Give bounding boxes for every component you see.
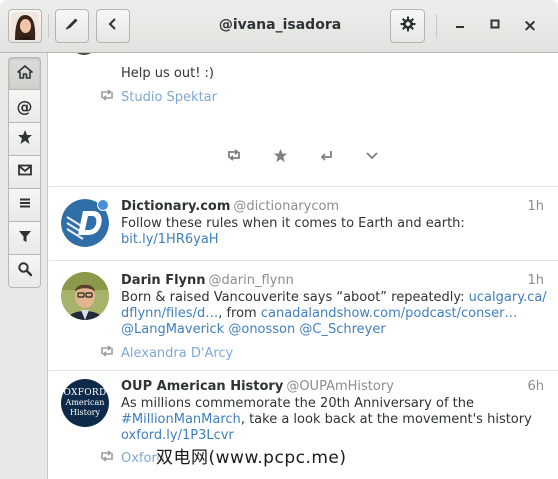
back-button[interactable] bbox=[96, 9, 130, 43]
tab-lists[interactable] bbox=[8, 189, 41, 222]
retweet-icon bbox=[99, 450, 115, 466]
retweet-icon bbox=[226, 149, 242, 165]
tweet-header: Dictionary.com @dictionarycom bbox=[121, 199, 339, 214]
tweet-text-segment: Born & raised Vancouverite says “aboot” … bbox=[121, 290, 469, 305]
header-separator bbox=[436, 14, 437, 38]
retweeted-by[interactable]: Oxford bbox=[99, 450, 165, 466]
tweet-text-segment: As millions commemorate the 20th Anniver… bbox=[121, 396, 474, 411]
tweet-header: Darin Flynn @darin_flynn bbox=[121, 273, 294, 288]
timeline[interactable]: Help us out! :) Studio Spektar Dictionar… bbox=[49, 53, 558, 479]
retweet-icon bbox=[99, 89, 115, 105]
maximize-icon bbox=[489, 18, 501, 34]
tweet-text: Help us out! :) bbox=[121, 66, 214, 81]
reply-button[interactable] bbox=[317, 149, 335, 165]
retweeter-name: Alexandra D'Arcy bbox=[121, 345, 234, 361]
tweet-text-segment: , take a look back at the movement's his… bbox=[240, 412, 532, 427]
retweeter-name: Studio Spektar bbox=[121, 89, 217, 105]
tab-messages[interactable] bbox=[8, 156, 41, 189]
home-icon bbox=[16, 64, 33, 84]
tweet-link[interactable]: dflynn/files/d… bbox=[121, 306, 218, 321]
watermark: 双电网(www.pcpc.me) bbox=[156, 448, 347, 468]
author-handle[interactable]: @OUPAmHistory bbox=[286, 379, 394, 394]
retweeted-by[interactable]: Studio Spektar bbox=[99, 89, 217, 105]
avatar-wordmark: American bbox=[65, 398, 105, 407]
tweet-item[interactable]: Dictionary.com @dictionarycom 1h Follow t… bbox=[49, 187, 558, 261]
gear-icon bbox=[400, 16, 416, 36]
tweet-link[interactable]: canadalandshow.com/podcast/conser… bbox=[261, 306, 518, 321]
hashtag-link[interactable]: #MillionManMarch bbox=[121, 412, 241, 427]
avatar-wordmark: History bbox=[69, 408, 100, 417]
tweet-actions bbox=[49, 125, 558, 187]
tweet-text: Born & raised Vancouverite says “aboot” … bbox=[121, 290, 547, 338]
tweet-text: As millions commemorate the 20th Anniver… bbox=[121, 396, 547, 444]
minimize-icon bbox=[454, 18, 466, 34]
retweet-icon bbox=[99, 345, 115, 361]
favorite-button[interactable] bbox=[271, 148, 289, 167]
header-bar: @ivana_isadora × bbox=[0, 0, 558, 53]
pencil-icon bbox=[64, 16, 80, 36]
mention-link[interactable]: @onosson bbox=[228, 322, 295, 337]
author-handle[interactable]: @dictionarycom bbox=[233, 199, 339, 214]
chevron-left-icon bbox=[106, 17, 120, 35]
close-icon: × bbox=[522, 16, 538, 36]
tweet-avatar bbox=[71, 53, 97, 55]
minimize-button[interactable] bbox=[451, 17, 469, 35]
retweeted-by[interactable]: Alexandra D'Arcy bbox=[99, 345, 233, 361]
tweet-avatar[interactable]: OXFORD American History bbox=[61, 379, 109, 427]
close-button[interactable]: × bbox=[521, 17, 539, 35]
author-handle[interactable]: @darin_flynn bbox=[209, 273, 294, 288]
tweet-link[interactable]: bit.ly/1HR6yaH bbox=[121, 232, 219, 247]
at-sign-icon: @ bbox=[16, 96, 33, 116]
reply-icon bbox=[319, 149, 334, 166]
verified-badge-icon bbox=[97, 199, 109, 211]
sidebar: @ bbox=[0, 53, 48, 479]
tab-search[interactable] bbox=[8, 255, 41, 288]
author-name[interactable]: Darin Flynn bbox=[121, 273, 206, 288]
avatar-wordmark: OXFORD bbox=[63, 388, 107, 398]
tweet-item[interactable]: Darin Flynn @darin_flynn 1h Born & raised… bbox=[49, 261, 558, 371]
list-icon bbox=[17, 195, 33, 215]
tab-mentions[interactable]: @ bbox=[8, 90, 41, 123]
author-name[interactable]: OUP American History bbox=[121, 379, 283, 394]
chevron-down-icon bbox=[365, 150, 379, 165]
tweet-text-line: Follow these rules when it comes to Eart… bbox=[121, 216, 465, 231]
tweet-text: Follow these rules when it comes to Eart… bbox=[121, 216, 547, 248]
envelope-icon bbox=[17, 162, 33, 182]
search-icon bbox=[17, 261, 33, 281]
retweet-button[interactable] bbox=[225, 149, 243, 165]
tab-filters[interactable] bbox=[8, 222, 41, 255]
tweet-avatar[interactable] bbox=[61, 272, 109, 320]
header-separator bbox=[48, 14, 49, 38]
tweet-link[interactable]: ucalgary.ca/ bbox=[469, 290, 547, 305]
mention-link[interactable]: @LangMaverick bbox=[121, 322, 224, 337]
window-title: @ivana_isadora bbox=[218, 17, 342, 33]
filter-icon bbox=[17, 228, 33, 248]
compose-tweet-button[interactable] bbox=[55, 9, 89, 43]
mention-link[interactable]: @C_Schreyer bbox=[299, 322, 385, 337]
tweet-time[interactable]: 1h bbox=[527, 199, 544, 214]
star-icon bbox=[273, 148, 288, 167]
tab-home[interactable] bbox=[8, 57, 41, 90]
tweet-text-segment: , from bbox=[218, 306, 261, 321]
star-icon bbox=[17, 129, 33, 149]
sidebar-tabs: @ bbox=[8, 57, 41, 288]
tab-favorites[interactable] bbox=[8, 123, 41, 156]
author-name[interactable]: Dictionary.com bbox=[121, 199, 230, 214]
avatar bbox=[11, 12, 39, 40]
tweet-item[interactable]: Help us out! :) Studio Spektar bbox=[49, 53, 558, 125]
account-avatar-button[interactable] bbox=[8, 9, 42, 43]
more-button[interactable] bbox=[363, 149, 381, 165]
tweet-time[interactable]: 1h bbox=[527, 273, 544, 288]
tweet-time[interactable]: 6h bbox=[527, 379, 544, 394]
settings-button[interactable] bbox=[390, 9, 425, 43]
maximize-button[interactable] bbox=[486, 17, 504, 35]
tweet-header: OUP American History @OUPAmHistory bbox=[121, 379, 394, 394]
tweet-link[interactable]: oxford.ly/1P3Lcvr bbox=[121, 428, 234, 443]
